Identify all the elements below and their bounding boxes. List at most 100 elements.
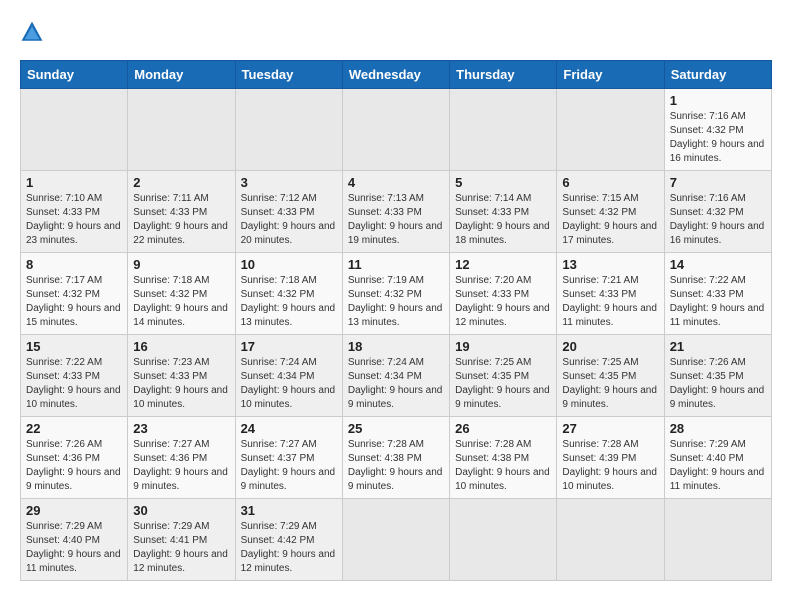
- day-number: 30: [133, 503, 229, 518]
- day-info: Sunrise: 7:13 AM Sunset: 4:33 PM Dayligh…: [348, 192, 444, 248]
- calendar-cell: [235, 89, 342, 171]
- day-number: 6: [562, 175, 658, 190]
- day-number: 24: [241, 421, 337, 436]
- day-number: 27: [562, 421, 658, 436]
- calendar-cell: 27 Sunrise: 7:28 AM Sunset: 4:39 PM Dayl…: [557, 417, 664, 499]
- day-info: Sunrise: 7:16 AM Sunset: 4:32 PM Dayligh…: [670, 110, 766, 166]
- calendar-week-5: 22 Sunrise: 7:26 AM Sunset: 4:36 PM Dayl…: [21, 417, 772, 499]
- day-number: 9: [133, 257, 229, 272]
- calendar-cell: [342, 499, 449, 581]
- calendar-cell: 1 Sunrise: 7:10 AM Sunset: 4:33 PM Dayli…: [21, 171, 128, 253]
- day-info: Sunrise: 7:29 AM Sunset: 4:42 PM Dayligh…: [241, 520, 337, 576]
- calendar-cell: 5 Sunrise: 7:14 AM Sunset: 4:33 PM Dayli…: [450, 171, 557, 253]
- day-number: 5: [455, 175, 551, 190]
- calendar-cell: 1 Sunrise: 7:16 AM Sunset: 4:32 PM Dayli…: [664, 89, 771, 171]
- day-info: Sunrise: 7:28 AM Sunset: 4:39 PM Dayligh…: [562, 438, 658, 494]
- day-info: Sunrise: 7:16 AM Sunset: 4:32 PM Dayligh…: [670, 192, 766, 248]
- page-header: [20, 20, 772, 44]
- calendar-cell: 8 Sunrise: 7:17 AM Sunset: 4:32 PM Dayli…: [21, 253, 128, 335]
- calendar-cell: 7 Sunrise: 7:16 AM Sunset: 4:32 PM Dayli…: [664, 171, 771, 253]
- day-info: Sunrise: 7:24 AM Sunset: 4:34 PM Dayligh…: [348, 356, 444, 412]
- calendar-cell: 15 Sunrise: 7:22 AM Sunset: 4:33 PM Dayl…: [21, 335, 128, 417]
- calendar-cell: 26 Sunrise: 7:28 AM Sunset: 4:38 PM Dayl…: [450, 417, 557, 499]
- day-number: 7: [670, 175, 766, 190]
- calendar: SundayMondayTuesdayWednesdayThursdayFrid…: [20, 60, 772, 581]
- day-number: 10: [241, 257, 337, 272]
- calendar-cell: 13 Sunrise: 7:21 AM Sunset: 4:33 PM Dayl…: [557, 253, 664, 335]
- day-number: 1: [670, 93, 766, 108]
- day-number: 28: [670, 421, 766, 436]
- day-info: Sunrise: 7:22 AM Sunset: 4:33 PM Dayligh…: [26, 356, 122, 412]
- calendar-cell: 18 Sunrise: 7:24 AM Sunset: 4:34 PM Dayl…: [342, 335, 449, 417]
- day-number: 26: [455, 421, 551, 436]
- calendar-cell: 20 Sunrise: 7:25 AM Sunset: 4:35 PM Dayl…: [557, 335, 664, 417]
- calendar-week-6: 29 Sunrise: 7:29 AM Sunset: 4:40 PM Dayl…: [21, 499, 772, 581]
- day-info: Sunrise: 7:10 AM Sunset: 4:33 PM Dayligh…: [26, 192, 122, 248]
- day-number: 1: [26, 175, 122, 190]
- calendar-cell: 22 Sunrise: 7:26 AM Sunset: 4:36 PM Dayl…: [21, 417, 128, 499]
- calendar-cell: 23 Sunrise: 7:27 AM Sunset: 4:36 PM Dayl…: [128, 417, 235, 499]
- day-info: Sunrise: 7:23 AM Sunset: 4:33 PM Dayligh…: [133, 356, 229, 412]
- calendar-week-2: 1 Sunrise: 7:10 AM Sunset: 4:33 PM Dayli…: [21, 171, 772, 253]
- calendar-cell: [128, 89, 235, 171]
- calendar-cell: 12 Sunrise: 7:20 AM Sunset: 4:33 PM Dayl…: [450, 253, 557, 335]
- calendar-cell: 9 Sunrise: 7:18 AM Sunset: 4:32 PM Dayli…: [128, 253, 235, 335]
- calendar-week-3: 8 Sunrise: 7:17 AM Sunset: 4:32 PM Dayli…: [21, 253, 772, 335]
- day-info: Sunrise: 7:25 AM Sunset: 4:35 PM Dayligh…: [562, 356, 658, 412]
- day-number: 16: [133, 339, 229, 354]
- day-info: Sunrise: 7:29 AM Sunset: 4:40 PM Dayligh…: [26, 520, 122, 576]
- logo: [20, 20, 48, 44]
- day-info: Sunrise: 7:28 AM Sunset: 4:38 PM Dayligh…: [455, 438, 551, 494]
- day-of-week-thursday: Thursday: [450, 61, 557, 89]
- day-number: 13: [562, 257, 658, 272]
- day-number: 4: [348, 175, 444, 190]
- day-number: 12: [455, 257, 551, 272]
- calendar-cell: 28 Sunrise: 7:29 AM Sunset: 4:40 PM Dayl…: [664, 417, 771, 499]
- day-info: Sunrise: 7:28 AM Sunset: 4:38 PM Dayligh…: [348, 438, 444, 494]
- day-info: Sunrise: 7:26 AM Sunset: 4:35 PM Dayligh…: [670, 356, 766, 412]
- calendar-cell: 2 Sunrise: 7:11 AM Sunset: 4:33 PM Dayli…: [128, 171, 235, 253]
- day-number: 17: [241, 339, 337, 354]
- calendar-cell: [450, 499, 557, 581]
- day-info: Sunrise: 7:22 AM Sunset: 4:33 PM Dayligh…: [670, 274, 766, 330]
- day-number: 15: [26, 339, 122, 354]
- calendar-cell: 31 Sunrise: 7:29 AM Sunset: 4:42 PM Dayl…: [235, 499, 342, 581]
- day-info: Sunrise: 7:20 AM Sunset: 4:33 PM Dayligh…: [455, 274, 551, 330]
- day-of-week-friday: Friday: [557, 61, 664, 89]
- day-info: Sunrise: 7:29 AM Sunset: 4:41 PM Dayligh…: [133, 520, 229, 576]
- calendar-cell: 21 Sunrise: 7:26 AM Sunset: 4:35 PM Dayl…: [664, 335, 771, 417]
- calendar-cell: [557, 89, 664, 171]
- day-number: 18: [348, 339, 444, 354]
- day-number: 3: [241, 175, 337, 190]
- calendar-week-4: 15 Sunrise: 7:22 AM Sunset: 4:33 PM Dayl…: [21, 335, 772, 417]
- day-number: 14: [670, 257, 766, 272]
- day-info: Sunrise: 7:27 AM Sunset: 4:36 PM Dayligh…: [133, 438, 229, 494]
- calendar-cell: 10 Sunrise: 7:18 AM Sunset: 4:32 PM Dayl…: [235, 253, 342, 335]
- calendar-cell: [21, 89, 128, 171]
- day-info: Sunrise: 7:21 AM Sunset: 4:33 PM Dayligh…: [562, 274, 658, 330]
- calendar-cell: [342, 89, 449, 171]
- calendar-cell: 29 Sunrise: 7:29 AM Sunset: 4:40 PM Dayl…: [21, 499, 128, 581]
- calendar-cell: 30 Sunrise: 7:29 AM Sunset: 4:41 PM Dayl…: [128, 499, 235, 581]
- day-info: Sunrise: 7:11 AM Sunset: 4:33 PM Dayligh…: [133, 192, 229, 248]
- day-info: Sunrise: 7:18 AM Sunset: 4:32 PM Dayligh…: [133, 274, 229, 330]
- calendar-cell: 14 Sunrise: 7:22 AM Sunset: 4:33 PM Dayl…: [664, 253, 771, 335]
- day-info: Sunrise: 7:25 AM Sunset: 4:35 PM Dayligh…: [455, 356, 551, 412]
- day-number: 20: [562, 339, 658, 354]
- day-info: Sunrise: 7:27 AM Sunset: 4:37 PM Dayligh…: [241, 438, 337, 494]
- calendar-cell: 4 Sunrise: 7:13 AM Sunset: 4:33 PM Dayli…: [342, 171, 449, 253]
- day-number: 11: [348, 257, 444, 272]
- calendar-cell: [664, 499, 771, 581]
- logo-icon: [20, 20, 44, 44]
- calendar-cell: [450, 89, 557, 171]
- calendar-cell: 11 Sunrise: 7:19 AM Sunset: 4:32 PM Dayl…: [342, 253, 449, 335]
- day-info: Sunrise: 7:17 AM Sunset: 4:32 PM Dayligh…: [26, 274, 122, 330]
- day-number: 25: [348, 421, 444, 436]
- day-of-week-saturday: Saturday: [664, 61, 771, 89]
- day-info: Sunrise: 7:12 AM Sunset: 4:33 PM Dayligh…: [241, 192, 337, 248]
- calendar-header-row: SundayMondayTuesdayWednesdayThursdayFrid…: [21, 61, 772, 89]
- calendar-cell: 25 Sunrise: 7:28 AM Sunset: 4:38 PM Dayl…: [342, 417, 449, 499]
- calendar-cell: 3 Sunrise: 7:12 AM Sunset: 4:33 PM Dayli…: [235, 171, 342, 253]
- calendar-week-1: 1 Sunrise: 7:16 AM Sunset: 4:32 PM Dayli…: [21, 89, 772, 171]
- calendar-cell: [557, 499, 664, 581]
